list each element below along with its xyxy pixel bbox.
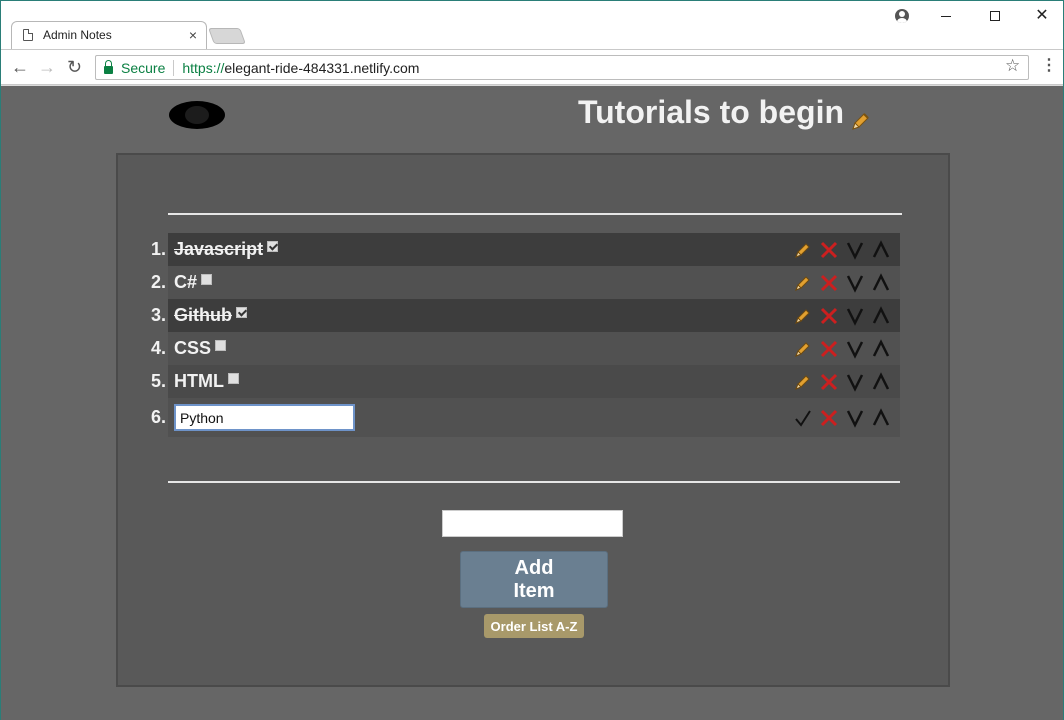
list-item-editing: 6. [151, 398, 900, 437]
done-checkbox[interactable] [267, 241, 279, 252]
tab-content: Admin Notes × [23, 21, 209, 49]
forward-button[interactable]: → [38, 58, 56, 76]
item-label: Javascript [174, 239, 264, 259]
omnibox-divider [173, 59, 175, 76]
reload-button[interactable]: ↻ [67, 58, 82, 76]
url-host: elegant-ride-484331.netlify.com [224, 59, 420, 76]
item-number: 3. [150, 305, 166, 325]
done-checkbox[interactable] [227, 373, 239, 384]
lock-icon [104, 59, 113, 74]
list-item: 4. CSS [151, 332, 900, 365]
edit-pencil-icon[interactable] [792, 239, 814, 261]
delete-x-icon[interactable] [818, 371, 840, 393]
item-number: 5. [150, 371, 166, 391]
maximize-icon [990, 11, 1000, 21]
delete-x-icon[interactable] [818, 338, 840, 360]
move-down-icon[interactable] [844, 407, 866, 429]
item-actions [792, 398, 892, 437]
browser-window: Admin Notes × ✕ ← → ↻ Secure https:// el… [0, 0, 1064, 720]
profile-icon[interactable] [895, 9, 909, 23]
item-label: C# [174, 272, 198, 292]
done-checkbox[interactable] [201, 274, 213, 285]
item-number: 4. [150, 338, 166, 358]
page-title-wrapper: Tutorials to begin [578, 94, 871, 131]
edit-pencil-icon[interactable] [792, 338, 814, 360]
move-down-icon[interactable] [844, 305, 866, 327]
item-label: Github [174, 305, 232, 325]
logo [169, 101, 225, 129]
item-label: CSS [174, 338, 212, 358]
add-item-button[interactable]: Add Item [460, 551, 608, 608]
item-actions [792, 266, 892, 299]
item-number: 1. [150, 239, 166, 259]
delete-x-icon[interactable] [818, 272, 840, 294]
divider-bottom [168, 481, 900, 483]
delete-x-icon[interactable] [818, 239, 840, 261]
edit-pencil-icon[interactable] [792, 371, 814, 393]
item-number: 2. [150, 272, 166, 292]
item-label: HTML [174, 371, 224, 391]
delete-x-icon[interactable] [818, 305, 840, 327]
order-list-button[interactable]: Order List A-Z [484, 614, 584, 638]
new-tab-button[interactable] [208, 28, 246, 44]
item-number: 6. [150, 407, 166, 427]
browser-toolbar: ← → ↻ Secure https:// elegant-ride-48433… [1, 49, 1063, 85]
edit-pencil-icon[interactable] [792, 305, 814, 327]
move-up-icon[interactable] [870, 305, 892, 327]
list-item: 5. HTML [151, 365, 900, 398]
minimize-icon [941, 16, 951, 17]
move-up-icon[interactable] [870, 272, 892, 294]
item-actions [792, 299, 892, 332]
confirm-check-icon[interactable] [792, 407, 814, 429]
item-actions [792, 365, 892, 398]
tab-close-icon[interactable]: × [189, 28, 197, 42]
done-checkbox[interactable] [235, 307, 247, 318]
edit-pencil-icon[interactable] [792, 272, 814, 294]
delete-x-icon[interactable] [818, 407, 840, 429]
page-content: Tutorials to begin 1. Javascript 2. C# 3… [1, 86, 1063, 720]
done-checkbox[interactable] [215, 340, 227, 351]
browser-menu-icon[interactable]: ⋮ [1041, 57, 1057, 75]
url-protocol: https:// [182, 59, 225, 76]
edit-item-input[interactable] [174, 404, 355, 431]
item-actions [792, 233, 892, 266]
pencil-icon[interactable] [849, 104, 871, 130]
move-down-icon[interactable] [844, 239, 866, 261]
move-up-icon[interactable] [870, 371, 892, 393]
bookmark-star-icon[interactable]: ☆ [1005, 57, 1020, 75]
list-item: 3. Github [151, 299, 900, 332]
move-up-icon[interactable] [870, 239, 892, 261]
page-title: Tutorials to begin [577, 94, 844, 130]
move-up-icon[interactable] [870, 407, 892, 429]
close-window-button[interactable]: ✕ [1032, 7, 1052, 25]
list-item: 2. C# [151, 266, 900, 299]
new-item-input[interactable] [442, 510, 623, 537]
back-button[interactable]: ← [11, 58, 29, 76]
move-down-icon[interactable] [844, 371, 866, 393]
tab-strip: Admin Notes × ✕ [1, 1, 1063, 49]
list-panel: 1. Javascript 2. C# 3. Github 4. CSS 5. … [116, 153, 950, 687]
move-down-icon[interactable] [844, 338, 866, 360]
minimize-button[interactable] [936, 7, 956, 17]
move-down-icon[interactable] [844, 272, 866, 294]
page-icon [23, 29, 33, 41]
tab-title: Admin Notes [43, 28, 112, 42]
todo-list: 1. Javascript 2. C# 3. Github 4. CSS 5. … [151, 233, 900, 437]
list-item: 1. Javascript [151, 233, 900, 266]
secure-label: Secure [121, 59, 166, 76]
maximize-button[interactable] [985, 7, 1005, 21]
item-actions [792, 332, 892, 365]
address-bar[interactable]: Secure https:// elegant-ride-484331.netl… [95, 55, 1029, 80]
move-up-icon[interactable] [870, 338, 892, 360]
divider-top [168, 213, 902, 215]
